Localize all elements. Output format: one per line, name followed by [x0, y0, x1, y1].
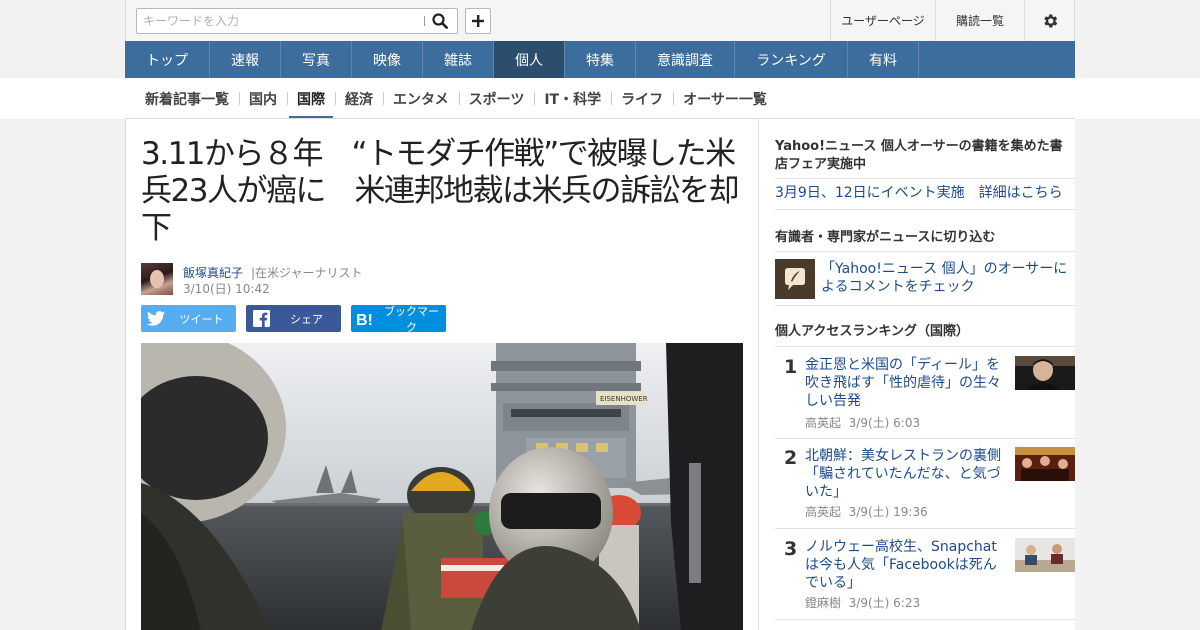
user-page-link[interactable]: ユーザーページ — [830, 0, 935, 41]
rank-title[interactable]: 金正恩と米国の「ディール」を吹き飛ばす「性的虐待」の生々しい告発 — [805, 356, 1005, 410]
book-fair-link[interactable]: 3月9日、12日にイベント実施 詳細はこちら — [775, 184, 1075, 203]
book-fair-section: Yahoo!ニュース 個人オーサーの書籍を集めた書店フェア実施中 — [775, 138, 1075, 174]
nav-paid[interactable]: 有料 — [848, 41, 919, 78]
subnav-life[interactable]: ライフ — [611, 78, 673, 119]
experts-promo[interactable]: 「Yahoo!ニュース 個人」のオーサーによるコメントをチェック — [775, 259, 1075, 299]
subnav-sports[interactable]: スポーツ — [458, 78, 535, 119]
rank-title[interactable]: ノルウェー高校生、Snapchatは今も人気「Facebookは死んでいる」 — [805, 538, 1005, 592]
svg-text:B!: B! — [356, 312, 373, 327]
author-title: |在米ジャーナリスト — [251, 266, 363, 280]
nav-photo[interactable]: 写真 — [281, 41, 352, 78]
hatena-bookmark-icon: B! — [356, 312, 373, 327]
rank-title[interactable]: 北朝鮮：美女レストランの裏側「騙されていたんだな、と気づいた」 — [805, 447, 1005, 501]
nav-top[interactable]: トップ — [125, 41, 210, 78]
author-avatar[interactable] — [141, 263, 173, 295]
divider — [775, 438, 1075, 439]
aircraft-carrier-photo: EISENHOWER — [141, 343, 743, 630]
hatena-bookmark-button[interactable]: B! ブックマーク — [351, 304, 446, 334]
tweet-button[interactable]: ツイート — [141, 305, 236, 332]
article-headline: 3.11から８年 “トモダチ作戦”で被曝した米兵23人が癌に 米連邦地裁は米兵の… — [141, 136, 739, 246]
plus-icon — [472, 15, 484, 27]
nav-magazine[interactable]: 雑誌 — [423, 41, 494, 78]
ranking-item[interactable]: 2 北朝鮮：美女レストランの裏側「騙されていたんだな、と気づいた」 高英起 3/… — [775, 447, 1075, 519]
ranking-heading: 個人アクセスランキング（国際） — [775, 324, 969, 339]
article: 3.11から８年 “トモダチ作戦”で被曝した米兵23人が癌に 米連邦地裁は米兵の… — [125, 118, 759, 630]
subnav-international[interactable]: 国際 — [287, 78, 335, 119]
header-links: ユーザーページ 購読一覧 — [830, 0, 1074, 41]
experts-link[interactable]: 「Yahoo!ニュース 個人」のオーサーによるコメントをチェック — [821, 260, 1071, 296]
rank-author: 高英起 — [805, 505, 842, 519]
tweet-label: ツイート — [179, 312, 224, 326]
twitter-icon — [147, 311, 165, 326]
divider — [775, 209, 1075, 210]
settings-button[interactable] — [1024, 0, 1074, 41]
rank-number: 1 — [784, 356, 798, 378]
rank-number: 3 — [784, 538, 798, 560]
add-button[interactable] — [465, 8, 491, 34]
subnav-entertainment[interactable]: エンタメ — [383, 78, 459, 119]
top-bar: ユーザーページ 購読一覧 — [125, 0, 1075, 41]
gear-icon — [1043, 13, 1057, 28]
nav-breaking[interactable]: 速報 — [210, 41, 281, 78]
divider — [775, 305, 1075, 306]
search-box — [136, 8, 458, 34]
rank-meta: 高英起 3/9(土) 19:36 — [805, 503, 928, 520]
subscriptions-link[interactable]: 購読一覧 — [935, 0, 1024, 41]
rank-thumbnail[interactable] — [1015, 447, 1075, 481]
book-fair-heading: Yahoo!ニュース 個人オーサーの書籍を集めた書店フェア実施中 — [775, 139, 1063, 172]
ranking-item[interactable]: 3 ノルウェー高校生、Snapchatは今も人気「Facebookは死んでいる」… — [775, 538, 1075, 610]
facebook-icon — [252, 310, 270, 327]
main-nav: トップ 速報 写真 映像 雑誌 個人 特集 意識調査 ランキング 有料 — [125, 41, 1075, 78]
subnav-it-science[interactable]: IT・科学 — [534, 78, 611, 119]
rank-thumbnail[interactable] — [1015, 538, 1075, 572]
search-input[interactable] — [137, 9, 423, 33]
divider — [775, 251, 1075, 252]
article-photo[interactable]: EISENHOWER — [141, 343, 743, 630]
subnav-new-articles[interactable]: 新着記事一覧 — [135, 78, 239, 119]
nav-feature[interactable]: 特集 — [565, 41, 636, 78]
search-icon — [432, 13, 448, 29]
rank-thumbnail[interactable] — [1015, 356, 1075, 390]
publish-date: 3/10(日) 10:42 — [183, 282, 270, 296]
carrier-hull-text: EISENHOWER — [600, 395, 648, 403]
ranking-item[interactable]: 1 金正恩と米国の「ディール」を吹き飛ばす「性的虐待」の生々しい告発 高英起 3… — [775, 356, 1075, 436]
divider — [775, 346, 1075, 347]
sub-nav: 新着記事一覧 国内 国際 経済 エンタメ スポーツ IT・科学 ライフ オーサー… — [135, 78, 777, 119]
rank-author: 高英起 — [805, 416, 842, 430]
nav-individual[interactable]: 個人 — [494, 41, 565, 78]
sidebar: Yahoo!ニュース 個人オーサーの書籍を集めた書店フェア実施中 3月9日、12… — [759, 118, 1075, 630]
divider — [775, 619, 1075, 620]
rank-meta: 高英起 3/9(土) 6:03 — [805, 414, 920, 431]
nav-ranking[interactable]: ランキング — [735, 41, 848, 78]
experts-heading: 有識者・専門家がニュースに切り込む — [775, 230, 996, 245]
rank-meta: 鐙麻樹 3/9(土) 6:23 — [805, 594, 920, 611]
sub-nav-bar: 新着記事一覧 国内 国際 経済 エンタメ スポーツ IT・科学 ライフ オーサー… — [0, 78, 1200, 119]
facebook-share-button[interactable]: シェア — [246, 305, 341, 332]
divider — [775, 178, 1075, 179]
facebook-share-label: シェア — [290, 312, 323, 326]
divider — [775, 528, 1075, 529]
rank-date: 3/9(土) 6:23 — [848, 596, 921, 610]
author-name[interactable]: 飯塚真紀子 — [183, 264, 243, 281]
nav-survey[interactable]: 意識調査 — [636, 41, 735, 78]
rank-number: 2 — [784, 447, 798, 469]
hatena-bookmark-label: ブックマーク — [384, 304, 439, 334]
nav-video[interactable]: 映像 — [352, 41, 423, 78]
rank-author: 鐙麻樹 — [805, 596, 842, 610]
comment-quill-icon — [775, 259, 815, 299]
subnav-domestic[interactable]: 国内 — [239, 78, 287, 119]
search-button[interactable] — [425, 10, 455, 32]
rank-date: 3/9(土) 6:03 — [848, 416, 921, 430]
subnav-economy[interactable]: 経済 — [335, 78, 383, 119]
subnav-authors[interactable]: オーサー一覧 — [673, 78, 777, 119]
rank-date: 3/9(土) 19:36 — [848, 505, 928, 519]
